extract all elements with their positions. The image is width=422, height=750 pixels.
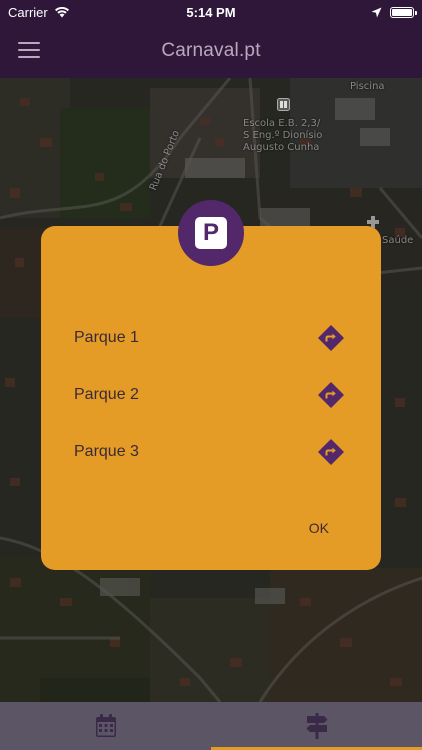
tab-directions[interactable] — [211, 702, 422, 750]
school-icon — [277, 98, 290, 111]
status-left: Carrier — [8, 5, 70, 20]
park-item-1[interactable]: Parque 1 — [74, 323, 344, 353]
parking-badge: P — [178, 200, 244, 266]
map-label-saude: Saúde — [382, 235, 414, 246]
parking-dialog: P Parque 1 Parque 2 Parque 3 OK — [41, 200, 381, 570]
carrier-label: Carrier — [8, 4, 48, 20]
parking-icon: P — [195, 217, 227, 249]
directions-icon[interactable] — [318, 439, 344, 465]
hamburger-menu-icon[interactable] — [18, 40, 40, 60]
signpost-icon — [306, 713, 327, 739]
battery-icon — [390, 6, 417, 18]
status-bar: Carrier 5:14 PM — [0, 0, 422, 24]
map-label-school: Escola E.B. 2,3/ S Eng.º Dionísio August… — [243, 118, 323, 153]
map-label-piscina: Piscina — [350, 81, 385, 92]
tab-calendar[interactable] — [0, 702, 211, 750]
ok-button[interactable]: OK — [309, 520, 329, 536]
calendar-icon — [95, 714, 116, 737]
app-title: Carnaval.pt — [161, 40, 261, 61]
wifi-icon — [54, 6, 69, 18]
park-item-2[interactable]: Parque 2 — [74, 380, 344, 410]
app-bar: Carnaval.pt — [0, 24, 422, 78]
bottom-nav — [0, 702, 422, 750]
park-name: Parque 1 — [74, 329, 139, 346]
directions-icon[interactable] — [318, 382, 344, 408]
park-name: Parque 3 — [74, 443, 139, 460]
directions-icon[interactable] — [318, 325, 344, 351]
park-name: Parque 2 — [74, 386, 139, 403]
status-right — [371, 6, 417, 18]
location-arrow-icon — [371, 7, 382, 17]
park-item-3[interactable]: Parque 3 — [74, 437, 344, 467]
